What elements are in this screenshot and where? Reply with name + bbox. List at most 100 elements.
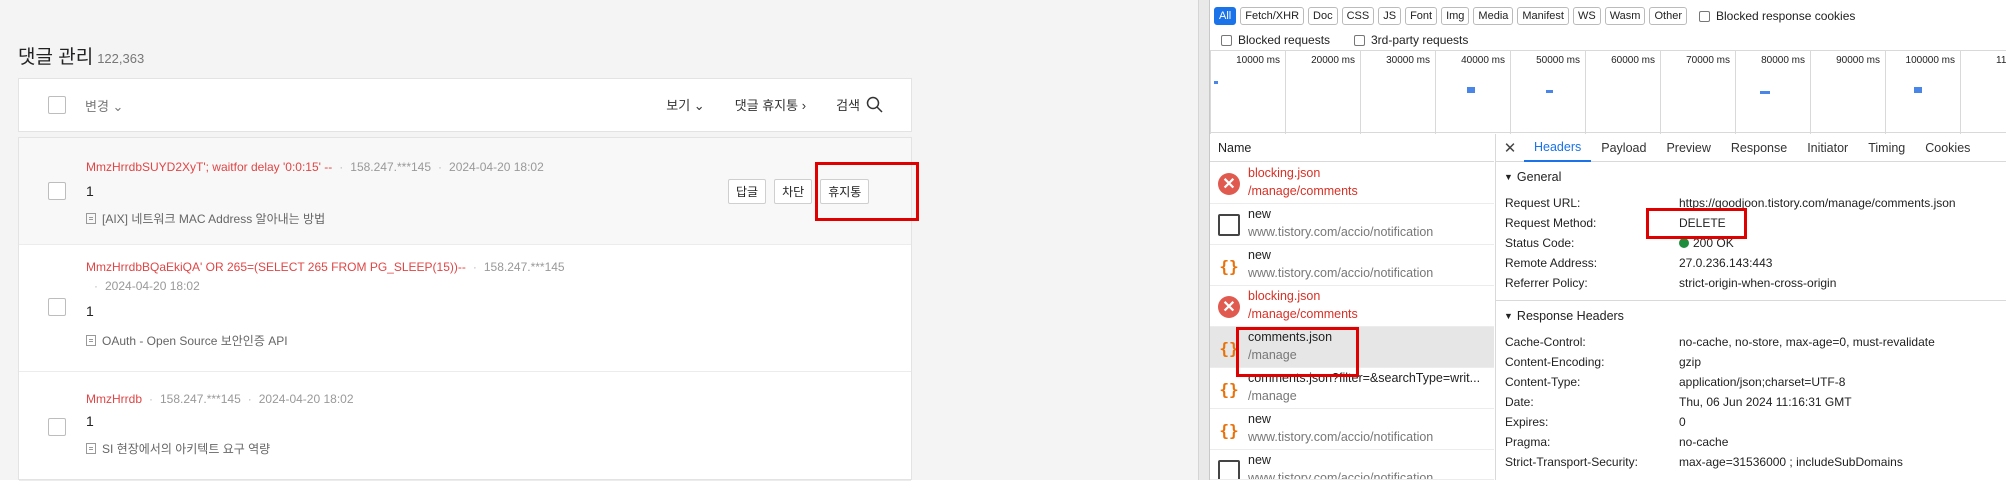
comment-date: 2024-04-20 18:02 — [449, 160, 544, 174]
comment-post-link[interactable]: SI 현장에서의 아키텍트 요구 역량 — [86, 440, 270, 457]
comment-toolbar: 변경 ⌄ 보기 ⌄ 댓글 휴지통 › 검색 — [18, 78, 912, 132]
tab-response[interactable]: Response — [1721, 134, 1797, 162]
tab-cookies[interactable]: Cookies — [1915, 134, 1980, 162]
name-column-header[interactable]: Name — [1210, 134, 1494, 162]
devtools-network-panel: All Fetch/XHR Doc CSS JS Font Img Media … — [1210, 0, 2006, 480]
filter-js[interactable]: JS — [1378, 7, 1402, 25]
tab-preview[interactable]: Preview — [1656, 134, 1720, 162]
request-name: blocking.json — [1248, 166, 1321, 180]
comment-post-link[interactable]: OAuth - Open Source 보안인증 API — [86, 332, 288, 349]
filter-all[interactable]: All — [1214, 7, 1237, 25]
request-path: www.tistory.com/accio/notification — [1248, 430, 1434, 444]
comment-manager-pane: 댓글 관리 122,363 변경 ⌄ 보기 ⌄ 댓글 휴지통 › 검색 MmzHr… — [0, 0, 1198, 481]
document-icon — [86, 213, 96, 224]
row-checkbox[interactable] — [48, 298, 66, 316]
view-label: 보기 — [666, 98, 691, 113]
page-title: 댓글 관리 122,363 — [18, 42, 144, 69]
filter-font[interactable]: Font — [1405, 7, 1438, 25]
timeline-request-bar — [1214, 81, 1218, 84]
tab-timing[interactable]: Timing — [1858, 134, 1915, 162]
error-icon: ✕ — [1218, 296, 1240, 318]
comment-count: 122,363 — [97, 51, 145, 66]
close-icon[interactable]: ✕ — [1496, 139, 1524, 157]
section-title: Response Headers — [1516, 309, 1624, 323]
checkbox-icon — [1354, 34, 1365, 46]
search-button[interactable]: 검색 — [836, 95, 883, 114]
request-name: new — [1248, 248, 1271, 262]
timeline-tick: 60000 ms — [1585, 51, 1660, 134]
timeline-tick: 20000 ms — [1285, 51, 1360, 134]
comment-meta: MmzHrrdbSUYD2XyT'; waitfor delay '0:0:15… — [86, 160, 544, 174]
request-row[interactable]: ✕ blocking.json /manage/comments — [1210, 286, 1494, 327]
filter-manifest[interactable]: Manifest — [1517, 7, 1569, 25]
highlight-box-selected-request — [1236, 327, 1359, 377]
request-path: www.tistory.com/accio/notification — [1248, 471, 1434, 480]
reply-button[interactable]: 답글 — [728, 179, 767, 204]
request-path: www.tistory.com/accio/notification — [1248, 225, 1434, 239]
filter-ws[interactable]: WS — [1572, 7, 1601, 25]
change-label: 변경 — [85, 99, 109, 114]
timeline-tick: 80000 ms — [1735, 51, 1810, 134]
chevron-down-icon: ⌄ — [112, 99, 124, 114]
view-dropdown[interactable]: 보기 ⌄ — [666, 95, 704, 114]
blocked-cookies-option[interactable]: Blocked response cookies — [1698, 9, 1856, 23]
header-row: Referrer Policy: strict-origin-when-cross… — [1505, 276, 1837, 290]
pane-divider[interactable] — [1198, 0, 1210, 480]
filter-doc[interactable]: Doc — [1308, 7, 1338, 25]
comment-post-link[interactable]: [AIX] 네트워크 MAC Address 알아내는 방법 — [86, 210, 325, 227]
row-checkbox[interactable] — [48, 418, 66, 436]
document-icon — [86, 335, 96, 346]
filter-wasm[interactable]: Wasm — [1604, 7, 1646, 25]
select-all-checkbox[interactable] — [48, 96, 66, 114]
comment-author[interactable]: MmzHrrdbBQaEkiQA' OR 265=(SELECT 265 FRO… — [86, 260, 466, 274]
post-title: OAuth - Open Source 보안인증 API — [102, 334, 288, 348]
header-row: Expires: 0 — [1505, 415, 1686, 429]
network-overview-timeline[interactable]: 10000 ms 20000 ms 30000 ms 40000 ms 5000… — [1210, 50, 2006, 134]
trash-link[interactable]: 댓글 휴지통 › — [735, 95, 806, 114]
request-row[interactable]: ✕ blocking.json /manage/comments — [1210, 163, 1494, 204]
header-row: Pragma: no-cache — [1505, 435, 1729, 449]
request-row[interactable]: new www.tistory.com/accio/notification — [1210, 204, 1494, 245]
comment-body: 1 — [86, 413, 94, 429]
timeline-tick: 70000 ms — [1660, 51, 1735, 134]
request-row[interactable]: {} new www.tistory.com/accio/notificatio… — [1210, 409, 1494, 450]
filter-css[interactable]: CSS — [1341, 7, 1375, 25]
post-title: [AIX] 네트워크 MAC Address 알아내는 방법 — [102, 212, 326, 226]
change-dropdown[interactable]: 변경 ⌄ — [85, 96, 123, 115]
header-row: Strict-Transport-Security: max-age=315360… — [1505, 455, 1903, 469]
header-row: Date: Thu, 06 Jun 2024 11:16:31 GMT — [1505, 395, 1852, 409]
tab-initiator[interactable]: Initiator — [1797, 134, 1858, 162]
comment-author[interactable]: MmzHrrdbSUYD2XyT'; waitfor delay '0:0:15… — [86, 160, 332, 174]
row-checkbox[interactable] — [48, 182, 66, 200]
filter-img[interactable]: Img — [1441, 7, 1470, 25]
json-icon: {} — [1219, 256, 1239, 276]
comment-meta: MmzHrrdb · 158.247.***145 · 2024-04-20 18:02 — [86, 392, 354, 406]
request-row[interactable]: new www.tistory.com/accio/notification — [1210, 450, 1494, 480]
filter-media[interactable]: Media — [1473, 7, 1514, 25]
tab-headers[interactable]: Headers — [1524, 134, 1592, 162]
document-icon — [86, 443, 96, 454]
search-label: 검색 — [836, 98, 860, 113]
timeline-tick: 100000 ms — [1885, 51, 1960, 134]
comment-date-line: · 2024-04-20 18:02 — [94, 279, 200, 293]
third-party-option[interactable]: 3rd-party requests — [1354, 33, 1468, 47]
request-row[interactable]: {} new www.tistory.com/accio/notificatio… — [1210, 245, 1494, 286]
json-icon: {} — [1219, 420, 1239, 440]
general-section-toggle[interactable]: ▼ General — [1504, 170, 1561, 184]
highlight-box-request-method — [1646, 208, 1747, 239]
checkbox-icon — [1698, 10, 1710, 22]
filter-other[interactable]: Other — [1649, 7, 1687, 25]
blocked-requests-option[interactable]: Blocked requests — [1221, 33, 1330, 47]
filter-fetch-xhr[interactable]: Fetch/XHR — [1240, 7, 1305, 25]
comment-date: 2024-04-20 18:02 — [258, 392, 354, 406]
comment-author[interactable]: MmzHrrdb — [86, 392, 142, 406]
timeline-tick: 30000 ms — [1360, 51, 1435, 134]
option-label: Blocked response cookies — [1715, 9, 1856, 23]
error-icon: ✕ — [1218, 173, 1240, 195]
block-button[interactable]: 차단 — [774, 179, 813, 204]
request-detail-pane: ✕ Headers Payload Preview Response Initi… — [1495, 134, 2006, 480]
request-name: blocking.json — [1248, 289, 1321, 303]
tab-payload[interactable]: Payload — [1591, 134, 1656, 162]
response-headers-section-toggle[interactable]: ▼ Response Headers — [1504, 309, 1624, 323]
trash-label: 댓글 휴지통 — [734, 98, 799, 113]
